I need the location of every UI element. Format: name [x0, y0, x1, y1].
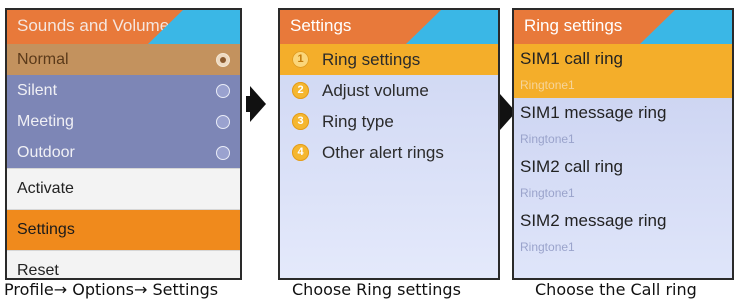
screen-title: Ring settings [524, 16, 623, 35]
radio-selected-icon[interactable] [216, 53, 230, 67]
settings-item-label: Adjust volume [322, 81, 429, 100]
screen-header: Sounds and Volume [7, 10, 240, 44]
settings-item-label: Ring settings [322, 50, 421, 69]
phone-screen-ring-settings: Ring settings SIM1 call ring Ringtone1 S… [512, 8, 734, 280]
settings-item-adjust-volume[interactable]: 2 Adjust volume [280, 75, 498, 106]
radio-icon[interactable] [216, 146, 230, 160]
ring-item-label: SIM1 message ring [520, 103, 667, 122]
profile-label: Meeting [17, 113, 74, 130]
profile-label: Normal [17, 51, 69, 68]
menu-item-activate[interactable]: Activate [7, 168, 240, 209]
number-3-icon: 3 [292, 113, 309, 130]
screen-title: Sounds and Volume [17, 16, 170, 35]
profile-item-meeting[interactable]: Meeting [7, 106, 240, 137]
ring-item-value: Ringtone1 [520, 186, 575, 200]
ring-item-value: Ringtone1 [520, 78, 575, 92]
profile-item-normal[interactable]: Normal [7, 44, 240, 75]
settings-item-other-alert-rings[interactable]: 4 Other alert rings [280, 137, 498, 168]
radio-icon[interactable] [216, 115, 230, 129]
screen-header: Settings [280, 10, 498, 44]
phone-screen-settings: Settings 1 Ring settings 2 Adjust volume… [278, 8, 500, 280]
settings-item-label: Other alert rings [322, 143, 444, 162]
settings-item-label: Ring type [322, 112, 394, 131]
ring-item-value: Ringtone1 [520, 132, 575, 146]
screen-header: Ring settings [514, 10, 732, 44]
ring-item-sim1-call[interactable]: SIM1 call ring Ringtone1 [514, 44, 732, 98]
ring-item-label: SIM1 call ring [520, 49, 623, 68]
ring-item-label: SIM2 message ring [520, 211, 667, 230]
header-tab-decoration [406, 10, 498, 44]
phone-screen-sounds-and-volume: Sounds and Volume Normal Silent Meeting … [5, 8, 242, 280]
radio-icon[interactable] [216, 84, 230, 98]
arrow-right-icon [250, 86, 266, 122]
settings-item-ring-settings[interactable]: 1 Ring settings [280, 44, 498, 75]
ring-item-value: Ringtone1 [520, 240, 575, 254]
options-menu: Activate Settings Reset [7, 168, 240, 278]
profile-item-silent[interactable]: Silent [7, 75, 240, 106]
number-2-icon: 2 [292, 82, 309, 99]
caption-step-1: Profile→ Options→ Settings [4, 280, 219, 299]
settings-item-ring-type[interactable]: 3 Ring type [280, 106, 498, 137]
caption-step-3: Choose the Call ring [535, 280, 697, 299]
profile-label: Silent [17, 82, 58, 99]
profile-label: Outdoor [17, 144, 75, 161]
ring-item-sim2-message[interactable]: SIM2 message ring Ringtone1 [514, 206, 732, 260]
menu-item-settings[interactable]: Settings [7, 209, 240, 250]
menu-item-reset[interactable]: Reset [7, 250, 240, 278]
ring-item-sim1-message[interactable]: SIM1 message ring Ringtone1 [514, 98, 732, 152]
number-4-icon: 4 [292, 144, 309, 161]
ring-item-label: SIM2 call ring [520, 157, 623, 176]
screen-title: Settings [290, 16, 352, 35]
header-tab-decoration [640, 10, 732, 44]
caption-step-2: Choose Ring settings [292, 280, 461, 299]
number-1-icon: 1 [292, 51, 309, 68]
ring-item-sim2-call[interactable]: SIM2 call ring Ringtone1 [514, 152, 732, 206]
profile-item-outdoor[interactable]: Outdoor [7, 137, 240, 168]
